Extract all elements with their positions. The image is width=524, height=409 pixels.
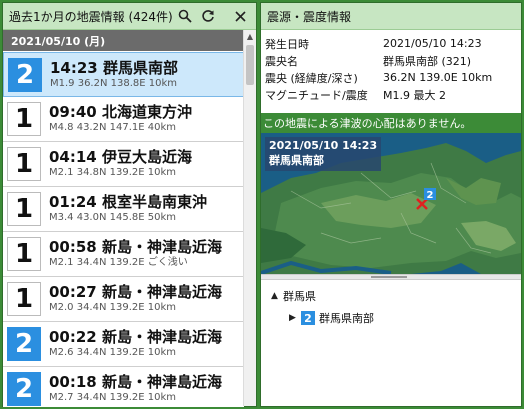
quake-list-item[interactable]: 1 00:27 新島・神津島近海 M2.0 34.4N 139.2E 10km (3, 277, 244, 322)
quake-list-item[interactable]: 1 00:58 新島・神津島近海 M2.1 34.4N 139.2E ごく浅い (3, 232, 244, 277)
quake-list-item[interactable]: 2 14:23 群馬県南部 M1.9 36.2N 138.8E 10km (3, 52, 244, 97)
epicenter-map[interactable]: 2 2021/05/10 14:23 群馬県南部 (261, 133, 521, 274)
quake-detail: M1.9 36.2N 138.8E 10km (50, 77, 178, 89)
intensity-badge: 1 (7, 192, 41, 226)
quake-title: 00:18 新島・神津島近海 (49, 373, 222, 392)
quake-detail: M2.0 34.4N 139.2E 10km (49, 302, 177, 314)
map-caption-time: 2021/05/10 14:23 (269, 139, 378, 152)
map-intensity-text: 2 (427, 190, 434, 201)
tree-pref-label: 群馬県 (283, 290, 316, 303)
map-caption: 2021/05/10 14:23 群馬県南部 (265, 137, 382, 171)
quake-list-item[interactable]: 2 00:22 新島・神津島近海 M2.6 34.4N 139.2E 10km (3, 322, 244, 367)
quake-detail: M2.1 34.4N 139.2E ごく浅い (49, 257, 188, 269)
quake-detail: M2.6 34.4N 139.2E 10km (49, 347, 177, 359)
scroll-up-arrow-icon[interactable]: ▲ (244, 30, 256, 43)
quake-title: 00:27 新島・神津島近海 (49, 283, 222, 302)
info-label: 震央 (経緯度/深さ) (265, 71, 358, 85)
info-label: 震央名 (265, 54, 298, 68)
quake-title: 00:58 新島・神津島近海 (49, 238, 222, 257)
splitter-handle[interactable] (261, 274, 521, 280)
tree-area-label: 群馬県南部 (319, 312, 374, 325)
quake-list: 2 14:23 群馬県南部 M1.9 36.2N 138.8E 10km 1 09… (3, 52, 244, 407)
list-scrollbar[interactable]: ▲ (243, 30, 256, 406)
info-value: 36.2N 139.0E 10km (383, 71, 493, 84)
info-row: 震央 (経緯度/深さ) 36.2N 139.0E 10km (261, 69, 521, 86)
quake-list-item[interactable]: 1 04:14 伊豆大島近海 M2.1 34.8N 139.2E 10km (3, 142, 244, 187)
intensity-tree: ▲ 群馬県 ▶ 2 群馬県南部 (261, 284, 521, 404)
quake-title: 09:40 北海道東方沖 (49, 103, 192, 122)
quake-list-item[interactable]: 1 01:24 根室半島南東沖 M3.4 43.0N 145.8E 50km (3, 187, 244, 232)
collapse-caret-icon[interactable]: ▶ (289, 313, 301, 323)
date-group-header: 2021/05/10 (月) (3, 30, 256, 51)
quake-list-header: 過去1か月の地震情報 (424件) (3, 3, 256, 30)
intensity-badge: 2 (7, 327, 41, 361)
info-value: 2021/05/10 14:23 (383, 37, 482, 50)
quake-detail: M2.7 34.4N 139.2E 10km (49, 392, 177, 404)
splitter-grip[interactable] (371, 276, 407, 278)
quake-detail: M4.8 43.2N 147.1E 40km (49, 122, 177, 134)
intensity-badge: 1 (7, 237, 41, 271)
quake-detail-panel: 震源・震度情報 発生日時 2021/05/10 14:23 震央名 群馬県南部 … (260, 2, 522, 407)
tree-node-prefecture[interactable]: ▲ 群馬県 (261, 287, 521, 305)
area-intensity-badge: 2 (301, 311, 315, 325)
search-icon[interactable] (175, 6, 195, 26)
quake-list-panel: 過去1か月の地震情報 (424件) 2021/05/10 (月) 2 14:23… (2, 2, 257, 407)
close-icon[interactable] (230, 6, 250, 26)
tsunami-notice: この地震による津波の心配はありません。 (261, 113, 521, 133)
info-value: 群馬県南部 (321) (383, 54, 472, 68)
quake-detail: M2.1 34.8N 139.2E 10km (49, 167, 177, 179)
quake-title: 00:22 新島・神津島近海 (49, 328, 222, 347)
info-row: 発生日時 2021/05/10 14:23 (261, 35, 521, 52)
quake-list-item[interactable]: 2 00:18 新島・神津島近海 M2.7 34.4N 139.2E 10km (3, 367, 244, 407)
quake-info-table: 発生日時 2021/05/10 14:23 震央名 群馬県南部 (321) 震央… (261, 30, 521, 103)
tree-node-area[interactable]: ▶ 2 群馬県南部 (261, 309, 521, 327)
expand-caret-icon[interactable]: ▲ (271, 291, 283, 301)
intensity-badge: 1 (7, 282, 41, 316)
quake-list-title: 過去1か月の地震情報 (424件) (9, 9, 172, 24)
intensity-badge: 2 (8, 57, 42, 92)
intensity-badge: 1 (7, 102, 41, 136)
detail-title: 震源・震度情報 (267, 9, 352, 24)
quake-title: 01:24 根室半島南東沖 (49, 193, 207, 212)
intensity-badge: 1 (7, 147, 41, 181)
refresh-icon[interactable] (198, 6, 218, 26)
info-row: 震央名 群馬県南部 (321) (261, 52, 521, 69)
quake-detail: M3.4 43.0N 145.8E 50km (49, 212, 177, 224)
info-label: マグニチュード/震度 (265, 88, 368, 102)
info-row: マグニチュード/震度 M1.9 最大 2 (261, 86, 521, 103)
quake-list-item[interactable]: 1 09:40 北海道東方沖 M4.8 43.2N 147.1E 40km (3, 97, 244, 142)
intensity-badge: 2 (7, 372, 41, 406)
info-label: 発生日時 (265, 37, 309, 51)
detail-header: 震源・震度情報 (261, 3, 521, 30)
scroll-thumb[interactable] (246, 45, 254, 85)
map-caption-place: 群馬県南部 (269, 153, 324, 167)
quake-title: 14:23 群馬県南部 (50, 58, 178, 77)
quake-title: 04:14 伊豆大島近海 (49, 148, 192, 167)
info-value: M1.9 最大 2 (383, 88, 446, 102)
